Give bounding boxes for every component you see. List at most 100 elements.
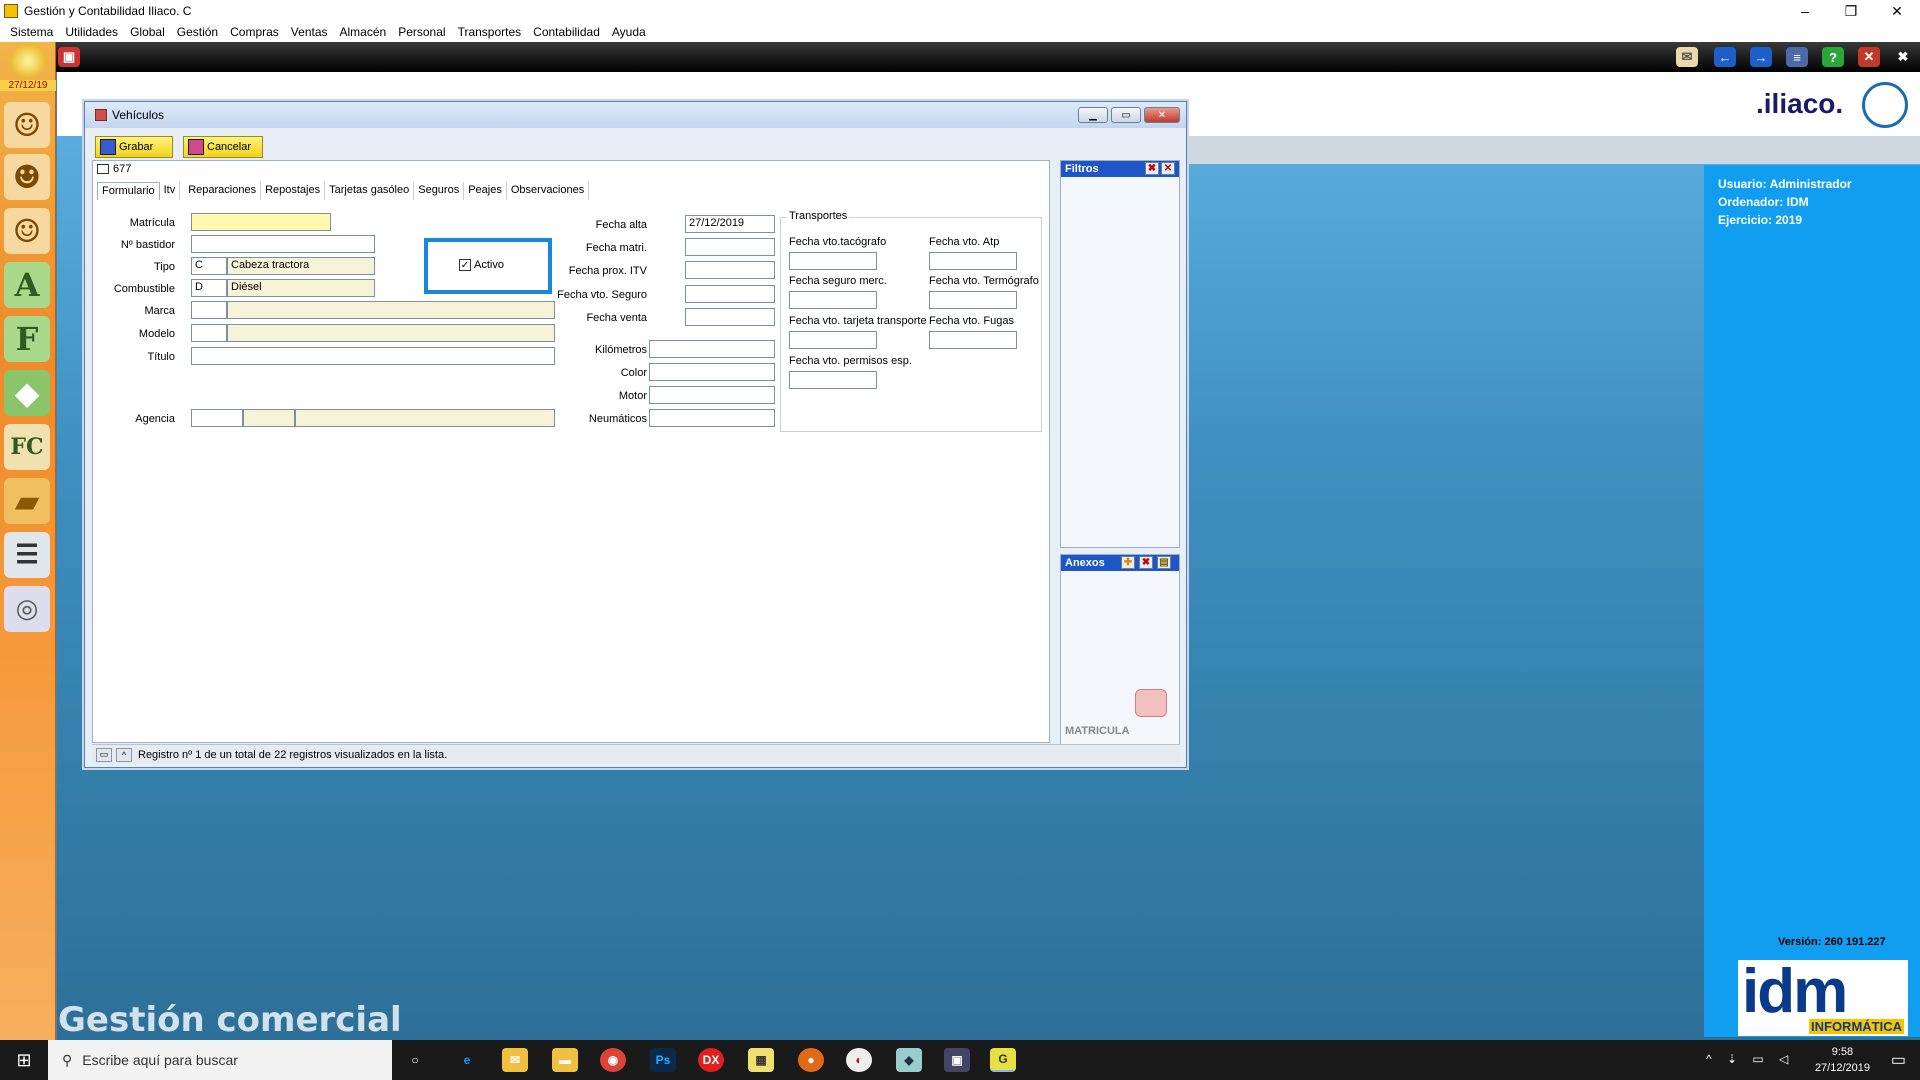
fc-icon[interactable]: FC bbox=[4, 424, 50, 470]
color-input[interactable] bbox=[649, 363, 775, 381]
task-view-icon[interactable]: ○ bbox=[402, 1048, 428, 1072]
close-window-icon[interactable]: ✕ bbox=[1858, 47, 1880, 67]
edge-icon[interactable]: e bbox=[454, 1048, 480, 1072]
titulo-input[interactable] bbox=[191, 347, 555, 365]
motor-input[interactable] bbox=[649, 386, 775, 404]
marca-code-input[interactable] bbox=[191, 301, 227, 319]
menu-almacen[interactable]: Almacén bbox=[340, 25, 387, 39]
user-agenda-icon[interactable]: ☺ bbox=[4, 208, 50, 254]
mail-icon[interactable]: ✉ bbox=[1676, 47, 1698, 67]
activo-checkbox[interactable]: ✓ Activo bbox=[459, 259, 504, 271]
back-arrow-icon[interactable]: ← bbox=[1714, 47, 1736, 67]
menu-ventas[interactable]: Ventas bbox=[291, 25, 328, 39]
agencia-code-input[interactable] bbox=[191, 409, 243, 427]
kilometros-input[interactable] bbox=[649, 340, 775, 358]
cancelar-button[interactable]: Cancelar bbox=[183, 136, 263, 158]
letter-f-icon[interactable]: F bbox=[4, 316, 50, 362]
remove-attachment-icon[interactable]: ✖ bbox=[1139, 556, 1153, 569]
tab-itv[interactable]: Itv bbox=[160, 182, 181, 200]
open-attachment-icon[interactable]: ▤ bbox=[1157, 556, 1171, 569]
app-user-icon[interactable]: ▣ bbox=[944, 1048, 970, 1072]
users-icon[interactable]: ☺ bbox=[4, 102, 50, 148]
windows-start-icon[interactable]: ⊞ bbox=[0, 1040, 48, 1080]
filter-close-icon[interactable]: ✕ bbox=[1161, 162, 1175, 175]
tarjeta-input[interactable] bbox=[789, 331, 877, 349]
checkbox-checked-icon[interactable]: ✓ bbox=[459, 259, 471, 271]
fecha-alta-input[interactable]: 27/12/2019 bbox=[685, 215, 775, 233]
list-view-icon[interactable]: ▭ bbox=[96, 747, 112, 762]
app-red-icon[interactable]: ◐ bbox=[846, 1048, 872, 1072]
menu-contabilidad[interactable]: Contabilidad bbox=[533, 25, 600, 39]
home-orb-icon[interactable] bbox=[10, 44, 46, 78]
minimize-icon[interactable]: – bbox=[1782, 0, 1828, 22]
seguro-merc-input[interactable] bbox=[789, 291, 877, 309]
list-icon[interactable]: ☰ bbox=[4, 532, 50, 578]
firefox-icon[interactable]: ● bbox=[798, 1048, 824, 1072]
matricula-input[interactable] bbox=[191, 213, 331, 231]
tab-tarjetas-gasoleo[interactable]: Tarjetas gasóleo bbox=[325, 182, 415, 200]
combustible-desc-field: Diésel bbox=[227, 279, 375, 297]
menu-transportes[interactable]: Transportes bbox=[458, 25, 522, 39]
menu-gestion[interactable]: Gestión bbox=[177, 25, 218, 39]
combustible-code-input[interactable]: D bbox=[191, 279, 227, 297]
termografo-input[interactable] bbox=[929, 291, 1017, 309]
forward-arrow-icon[interactable]: → bbox=[1750, 47, 1772, 67]
tacografo-input[interactable] bbox=[789, 252, 877, 270]
tab-repostajes[interactable]: Repostajes bbox=[261, 182, 326, 200]
add-attachment-icon[interactable]: ✚ bbox=[1121, 556, 1135, 569]
letter-a-icon[interactable]: A bbox=[4, 262, 50, 308]
fecha-itv-input[interactable] bbox=[685, 261, 775, 279]
fecha-venta-input[interactable] bbox=[685, 308, 775, 326]
notes-app-icon[interactable]: ▦ bbox=[748, 1048, 774, 1072]
menu-compras[interactable]: Compras bbox=[230, 25, 279, 39]
neumaticos-input[interactable] bbox=[649, 409, 775, 427]
taskbar-clock[interactable]: 9:58 27/12/2019 bbox=[1815, 1044, 1870, 1076]
window-minimize-icon[interactable]: ▁ bbox=[1078, 107, 1108, 123]
exit-icon[interactable]: ✖ bbox=[1892, 47, 1914, 67]
bag-icon[interactable]: ◆ bbox=[4, 370, 50, 416]
modelo-code-input[interactable] bbox=[191, 324, 227, 342]
close-icon[interactable]: ✕ bbox=[1874, 0, 1920, 22]
tab-seguros[interactable]: Seguros bbox=[414, 182, 465, 200]
tab-peajes[interactable]: Peajes bbox=[464, 182, 507, 200]
permisos-input[interactable] bbox=[789, 371, 877, 389]
filter-clear-icon[interactable]: ✖ bbox=[1145, 162, 1159, 175]
user-icon[interactable]: ☻ bbox=[4, 154, 50, 200]
tipo-code-input[interactable]: C bbox=[191, 257, 227, 275]
help-icon[interactable]: ? bbox=[1822, 47, 1844, 67]
fecha-matri-input[interactable] bbox=[685, 238, 775, 256]
folder-icon[interactable]: ▰ bbox=[4, 478, 50, 524]
restore-icon[interactable]: ❐ bbox=[1828, 0, 1874, 22]
file-explorer-icon[interactable]: ▬ bbox=[552, 1048, 578, 1072]
mail-app-icon[interactable]: ✉ bbox=[502, 1048, 528, 1072]
fugas-input[interactable] bbox=[929, 331, 1017, 349]
truck-icon bbox=[1135, 689, 1167, 717]
tab-formulario[interactable]: Formulario bbox=[97, 182, 160, 200]
taskbar-search[interactable]: ⚲ Escribe aquí para buscar bbox=[48, 1040, 392, 1080]
window-maximize-icon[interactable]: ▭ bbox=[1111, 107, 1141, 123]
fecha-seguro-input[interactable] bbox=[685, 285, 775, 303]
menu-utilidades[interactable]: Utilidades bbox=[65, 25, 118, 39]
menu-ayuda[interactable]: Ayuda bbox=[612, 25, 646, 39]
collapse-up-icon[interactable]: ^ bbox=[116, 747, 132, 762]
system-tray-icons[interactable]: ^ ⇣ ▭ ◁ bbox=[1706, 1052, 1794, 1066]
windows-icon[interactable]: ≡ bbox=[1786, 47, 1808, 67]
tab-observaciones[interactable]: Observaciones bbox=[507, 182, 590, 200]
iliaco-taskbar-icon[interactable]: G bbox=[990, 1048, 1016, 1072]
menu-global[interactable]: Global bbox=[130, 25, 165, 39]
dx-icon[interactable]: DX bbox=[698, 1048, 724, 1072]
bastidor-input[interactable] bbox=[191, 235, 375, 253]
photoshop-icon[interactable]: Ps bbox=[650, 1048, 676, 1072]
disc-icon[interactable]: ◎ bbox=[4, 586, 50, 632]
menu-sistema[interactable]: Sistema bbox=[10, 25, 53, 39]
window-close-icon[interactable]: ✕ bbox=[1144, 107, 1180, 123]
tab-reparaciones[interactable]: Reparaciones bbox=[180, 182, 262, 200]
app-shortcut-icon[interactable]: ▣ bbox=[58, 47, 80, 67]
notification-icon[interactable]: ▭ bbox=[1891, 1050, 1906, 1070]
atp-label: Fecha vto. Atp bbox=[929, 236, 1000, 248]
grabar-button[interactable]: Grabar bbox=[95, 136, 173, 158]
atp-input[interactable] bbox=[929, 252, 1017, 270]
app-teal-icon[interactable]: ◆ bbox=[896, 1048, 922, 1072]
menu-personal[interactable]: Personal bbox=[398, 25, 445, 39]
chrome-icon[interactable]: ◉ bbox=[600, 1048, 626, 1072]
